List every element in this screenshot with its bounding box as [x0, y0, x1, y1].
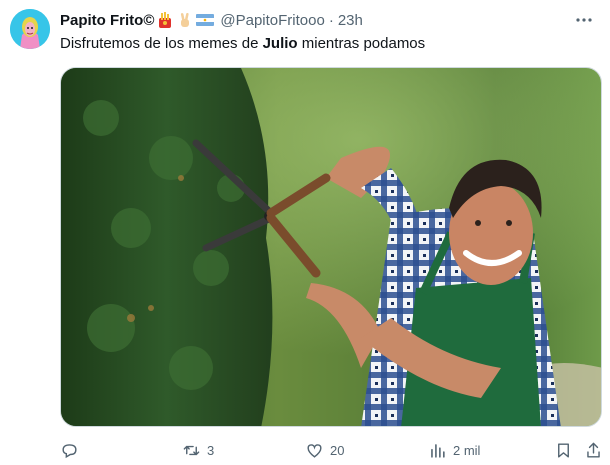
- avatar-image: [10, 9, 50, 49]
- views-button[interactable]: 2 mil: [428, 441, 480, 460]
- author-display-name[interactable]: Papito Frito©: [60, 12, 154, 29]
- victory-hand-emoji-icon: [181, 12, 190, 27]
- like-count: 20: [330, 443, 345, 458]
- gardener-photo: [61, 68, 601, 426]
- bookmark-button[interactable]: [554, 441, 573, 460]
- repost-icon: [183, 445, 200, 456]
- share-icon: [587, 442, 600, 458]
- post-media-image[interactable]: [60, 67, 602, 427]
- header-separator: ·: [328, 11, 334, 29]
- repost-count: 3: [207, 443, 215, 458]
- post-timestamp[interactable]: 23h: [338, 12, 363, 29]
- like-button[interactable]: 20: [305, 441, 344, 460]
- post-text: Disfrutemos de los memes de Julio mientr…: [60, 34, 425, 54]
- bookmark-icon: [558, 443, 569, 458]
- analytics-icon: [431, 444, 445, 458]
- fries-emoji-icon: [159, 12, 172, 28]
- post-text-part-1: Disfrutemos de los memes de: [60, 35, 263, 52]
- argentina-flag-icon: [196, 14, 215, 26]
- share-button[interactable]: [584, 441, 603, 460]
- heart-icon: [307, 444, 322, 458]
- post-header: Papito Frito© @PapitoFritooo · 23h: [60, 9, 363, 31]
- reply-button[interactable]: [60, 441, 85, 460]
- author-handle[interactable]: @PapitoFritooo: [220, 12, 324, 29]
- repost-button[interactable]: 3: [182, 441, 214, 460]
- post-text-part-2: mientras podamos: [297, 35, 426, 52]
- author-badges: [156, 11, 215, 29]
- author-avatar[interactable]: [10, 9, 50, 49]
- more-options-icon[interactable]: [574, 10, 594, 30]
- post-actions-bar: 3 20 2 mil: [60, 441, 605, 463]
- post-text-bold: Julio: [262, 35, 298, 52]
- views-count: 2 mil: [453, 443, 481, 458]
- reply-icon: [62, 444, 77, 459]
